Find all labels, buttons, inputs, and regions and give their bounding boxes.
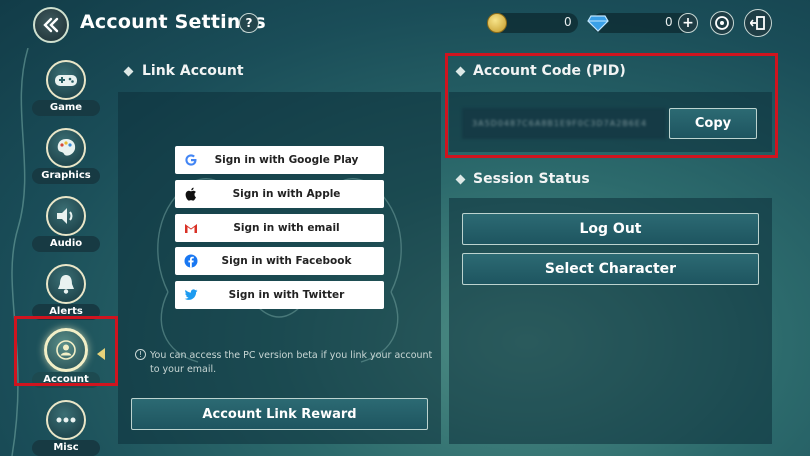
help-button[interactable]: ? <box>239 13 259 33</box>
google-icon <box>175 153 207 167</box>
apple-signin-button[interactable]: Sign in with Apple <box>175 180 384 208</box>
section-bullet-icon <box>123 66 134 77</box>
log-out-button[interactable]: Log Out <box>462 213 759 245</box>
target-icon <box>715 16 729 30</box>
back-button[interactable] <box>33 7 69 43</box>
sidebar-item-graphics[interactable]: Graphics <box>30 122 102 186</box>
copy-pid-button[interactable]: Copy <box>669 108 757 139</box>
twitter-signin-label: Sign in with Twitter <box>228 289 345 301</box>
sidebar-item-game[interactable]: Game <box>30 54 102 118</box>
speaker-icon <box>46 196 86 236</box>
settings-button[interactable] <box>710 11 734 35</box>
exit-door-icon <box>750 16 765 30</box>
twitter-signin-button[interactable]: Sign in with Twitter <box>175 281 384 309</box>
sidebar-item-audio[interactable]: Audio <box>30 190 102 254</box>
section-bullet-icon <box>455 66 466 77</box>
bell-icon <box>46 264 86 304</box>
sidebar-item-account[interactable]: Account <box>30 326 102 390</box>
apple-icon <box>175 187 207 201</box>
section-bullet-icon <box>455 174 466 185</box>
sidebar-item-alerts[interactable]: Alerts <box>30 258 102 322</box>
apple-signin-label: Sign in with Apple <box>232 188 341 200</box>
sidebar-item-misc[interactable]: Misc <box>30 394 102 456</box>
exit-button[interactable] <box>744 9 772 37</box>
account-link-reward-button[interactable]: Account Link Reward <box>131 398 428 430</box>
account-code-title: Account Code (PID) <box>473 63 626 79</box>
link-account-title: Link Account <box>142 63 244 79</box>
email-signin-button[interactable]: Sign in with email <box>175 214 384 242</box>
sidebar-item-label: Account <box>32 372 100 388</box>
google-signin-button[interactable]: Sign in with Google Play <box>175 146 384 174</box>
ellipsis-icon <box>46 400 86 440</box>
sidebar-item-label: Graphics <box>32 168 100 184</box>
add-gems-button[interactable]: + <box>678 13 698 33</box>
info-icon: ! <box>135 349 146 360</box>
session-status-title: Session Status <box>473 171 590 187</box>
sidebar-item-label: Game <box>32 100 100 116</box>
gmail-icon <box>175 223 207 234</box>
gem-amount: 0 <box>665 15 673 29</box>
sidebar-item-label: Audio <box>32 236 100 252</box>
facebook-icon <box>175 254 207 268</box>
gem-icon <box>587 15 609 32</box>
select-character-button[interactable]: Select Character <box>462 253 759 285</box>
facebook-signin-button[interactable]: Sign in with Facebook <box>175 247 384 275</box>
link-account-note: You can access the PC version beta if yo… <box>150 350 433 375</box>
email-signin-label: Sign in with email <box>233 222 340 234</box>
coin-amount: 0 <box>564 15 572 29</box>
top-bar: Account Settings ? 0 0 + <box>0 0 810 46</box>
google-signin-label: Sign in with Google Play <box>214 154 359 166</box>
back-arrow-icon <box>43 17 59 33</box>
gamepad-icon <box>46 60 86 100</box>
facebook-signin-label: Sign in with Facebook <box>221 255 352 267</box>
coin-icon <box>487 13 507 33</box>
active-indicator-icon <box>97 348 105 360</box>
sidebar-item-label: Misc <box>32 440 100 456</box>
twitter-icon <box>175 289 207 301</box>
person-icon <box>44 328 88 372</box>
plus-icon: + <box>682 15 694 31</box>
pid-value-field: 3A5D0487C6A8B1E9F0C3D7A2B6E4 <box>462 108 666 139</box>
sidebar-item-label: Alerts <box>32 304 100 320</box>
palette-icon <box>46 128 86 168</box>
